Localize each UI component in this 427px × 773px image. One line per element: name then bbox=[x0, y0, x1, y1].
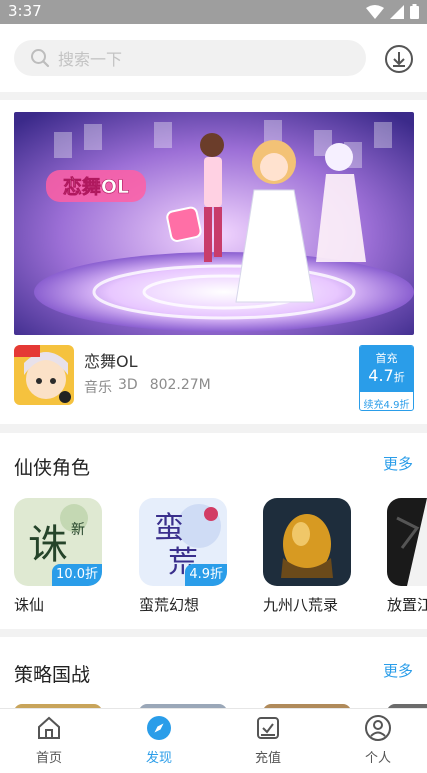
bottom-tab-bar: 首页 发现 充值 个人 bbox=[0, 708, 427, 773]
app-item[interactable]: 九州八荒录 bbox=[263, 498, 353, 615]
compass-icon bbox=[147, 716, 171, 740]
status-time: 3:37 bbox=[8, 2, 42, 20]
home-icon bbox=[38, 716, 60, 739]
section-title: 策略国战 bbox=[14, 664, 91, 686]
svg-text:新: 新 bbox=[71, 522, 85, 538]
banner-logo: 恋舞OL bbox=[46, 170, 146, 202]
discount-unit: 折 bbox=[393, 371, 405, 384]
status-bar: 3:37 bbox=[0, 0, 427, 24]
renewal-discount: 续充4.9折 bbox=[363, 400, 410, 411]
discount-value: 4.7 bbox=[368, 366, 394, 385]
featured-game-card[interactable]: 恋舞OL 恋舞OL 音乐 3D 802.27M 首充 4.7折 续充4.9折 bbox=[0, 100, 427, 424]
cell-signal-icon bbox=[390, 4, 404, 19]
app-name[interactable]: 九州八荒录 bbox=[263, 594, 353, 615]
featured-banner[interactable]: 恋舞OL bbox=[14, 112, 414, 335]
more-link[interactable]: 更多 bbox=[383, 660, 413, 681]
tab-label: 充值 bbox=[254, 751, 281, 766]
discount-badge[interactable]: 首充 4.7折 续充4.9折 bbox=[359, 345, 414, 411]
svg-text:诛: 诛 bbox=[28, 522, 68, 568]
svg-text:恋舞OL: 恋舞OL bbox=[63, 175, 129, 198]
section-strategy: 策略国战 更多 bbox=[0, 637, 427, 708]
search-input[interactable]: 搜索一下 bbox=[14, 40, 366, 76]
user-icon bbox=[365, 715, 391, 741]
app-name[interactable]: 诛仙 bbox=[14, 594, 104, 615]
game-title[interactable]: 恋舞OL bbox=[84, 348, 138, 372]
discount-label: 首充 bbox=[375, 352, 398, 365]
tab-label: 发现 bbox=[145, 751, 172, 766]
fangzhi-icon[interactable] bbox=[387, 498, 427, 586]
golden-egg-icon[interactable] bbox=[263, 498, 351, 586]
discount-badge: 4.9折 bbox=[185, 564, 227, 586]
section-title: 仙侠角色 bbox=[14, 457, 91, 479]
wifi-icon bbox=[366, 4, 384, 19]
tab-home[interactable]: 首页 bbox=[14, 715, 84, 766]
search-icon bbox=[31, 49, 50, 68]
featured-game-row[interactable]: 恋舞OL 音乐 3D 802.27M 首充 4.7折 续充4.9折 bbox=[14, 345, 414, 411]
download-icon[interactable] bbox=[384, 44, 414, 74]
game-tag-genre: 音乐 bbox=[84, 380, 112, 396]
game-icon-lianwu[interactable] bbox=[14, 345, 74, 405]
tab-label: 首页 bbox=[35, 751, 62, 766]
tab-label: 个人 bbox=[364, 751, 391, 766]
search-placeholder: 搜索一下 bbox=[58, 50, 123, 69]
discount-badge: 10.0折 bbox=[52, 564, 102, 586]
tab-recharge[interactable]: 充值 bbox=[233, 715, 303, 766]
battery-icon bbox=[410, 4, 419, 19]
svg-text:蛮: 蛮 bbox=[154, 511, 184, 546]
section-xianxia: 仙侠角色 更多 诛 新 10.0折 诛仙 蛮 荒 4.9折 蛮荒幻想 九州八荒录… bbox=[0, 433, 427, 629]
search-header: 搜索一下 bbox=[0, 24, 427, 92]
tab-discover[interactable]: 发现 bbox=[124, 715, 194, 766]
more-link[interactable]: 更多 bbox=[383, 453, 413, 474]
banner-illustration: 恋舞OL bbox=[14, 112, 414, 335]
app-item[interactable]: 诛 新 10.0折 诛仙 bbox=[14, 498, 104, 615]
app-item[interactable]: 放置江 bbox=[387, 498, 427, 615]
app-name[interactable]: 放置江 bbox=[387, 594, 427, 615]
tab-profile[interactable]: 个人 bbox=[343, 715, 413, 766]
app-item[interactable]: 蛮 荒 4.9折 蛮荒幻想 bbox=[139, 498, 229, 615]
recharge-icon bbox=[257, 717, 279, 739]
content-scroll[interactable]: 恋舞OL 恋舞OL 音乐 3D 802.27M 首充 4.7折 续充4.9折 仙… bbox=[0, 100, 427, 708]
zhuxian-icon[interactable]: 诛 新 10.0折 bbox=[14, 498, 102, 586]
game-size: 802.27M bbox=[149, 377, 211, 393]
game-tag-type: 3D bbox=[118, 377, 138, 393]
game-meta: 音乐 3D 802.27M bbox=[84, 377, 211, 397]
app-name[interactable]: 蛮荒幻想 bbox=[139, 594, 229, 615]
manhuang-icon[interactable]: 蛮 荒 4.9折 bbox=[139, 498, 227, 586]
